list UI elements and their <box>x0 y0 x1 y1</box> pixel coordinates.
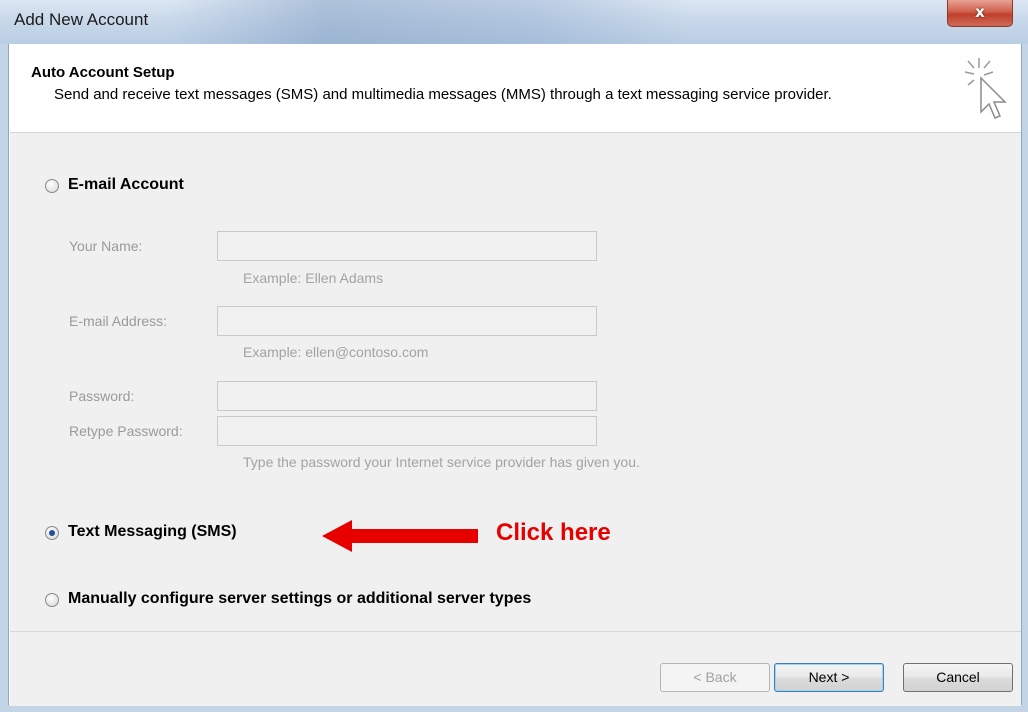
email-account-radio[interactable] <box>45 179 59 193</box>
your-name-label: Your Name: <box>69 238 143 254</box>
title-bar: Add New Account x <box>0 0 1028 44</box>
window-frame-bottom <box>0 705 1028 712</box>
retype-password-label: Retype Password: <box>69 423 183 439</box>
wizard-header: Auto Account Setup Send and receive text… <box>10 44 1021 133</box>
your-name-hint: Example: Ellen Adams <box>243 270 384 286</box>
manual-config-radio[interactable] <box>45 593 59 607</box>
arrow-left-icon <box>322 520 478 552</box>
password-label: Password: <box>69 388 135 404</box>
click-here-annotation: Click here <box>496 519 611 546</box>
wizard-footer: < Back Next > Cancel <box>10 631 1021 706</box>
close-button[interactable]: x <box>947 0 1013 27</box>
title-bar-blur <box>170 0 690 44</box>
window-frame-left <box>0 44 9 712</box>
wizard-content: E-mail Account Your Name: Example: Ellen… <box>10 133 1021 631</box>
back-button[interactable]: < Back <box>660 663 770 692</box>
page-title: Auto Account Setup <box>31 64 175 81</box>
text-messaging-radio[interactable] <box>45 526 59 540</box>
cancel-button[interactable]: Cancel <box>903 663 1013 692</box>
password-hint: Type the password your Internet service … <box>243 454 640 470</box>
manual-config-label[interactable]: Manually configure server settings or ad… <box>68 590 531 608</box>
email-address-label: E-mail Address: <box>69 313 168 329</box>
text-messaging-label[interactable]: Text Messaging (SMS) <box>68 523 237 541</box>
password-input[interactable] <box>217 381 597 411</box>
email-address-input[interactable] <box>217 306 597 336</box>
email-address-hint: Example: ellen@contoso.com <box>243 344 429 360</box>
your-name-input[interactable] <box>217 231 597 261</box>
window-title: Add New Account <box>14 10 149 29</box>
page-subtitle: Send and receive text messages (SMS) and… <box>54 86 832 103</box>
wizard-cursor-icon <box>964 58 1007 119</box>
next-button[interactable]: Next > <box>774 663 884 692</box>
window-frame-right <box>1021 44 1028 712</box>
close-icon: x <box>975 3 985 21</box>
email-account-label[interactable]: E-mail Account <box>68 176 184 194</box>
retype-password-input[interactable] <box>217 416 597 446</box>
